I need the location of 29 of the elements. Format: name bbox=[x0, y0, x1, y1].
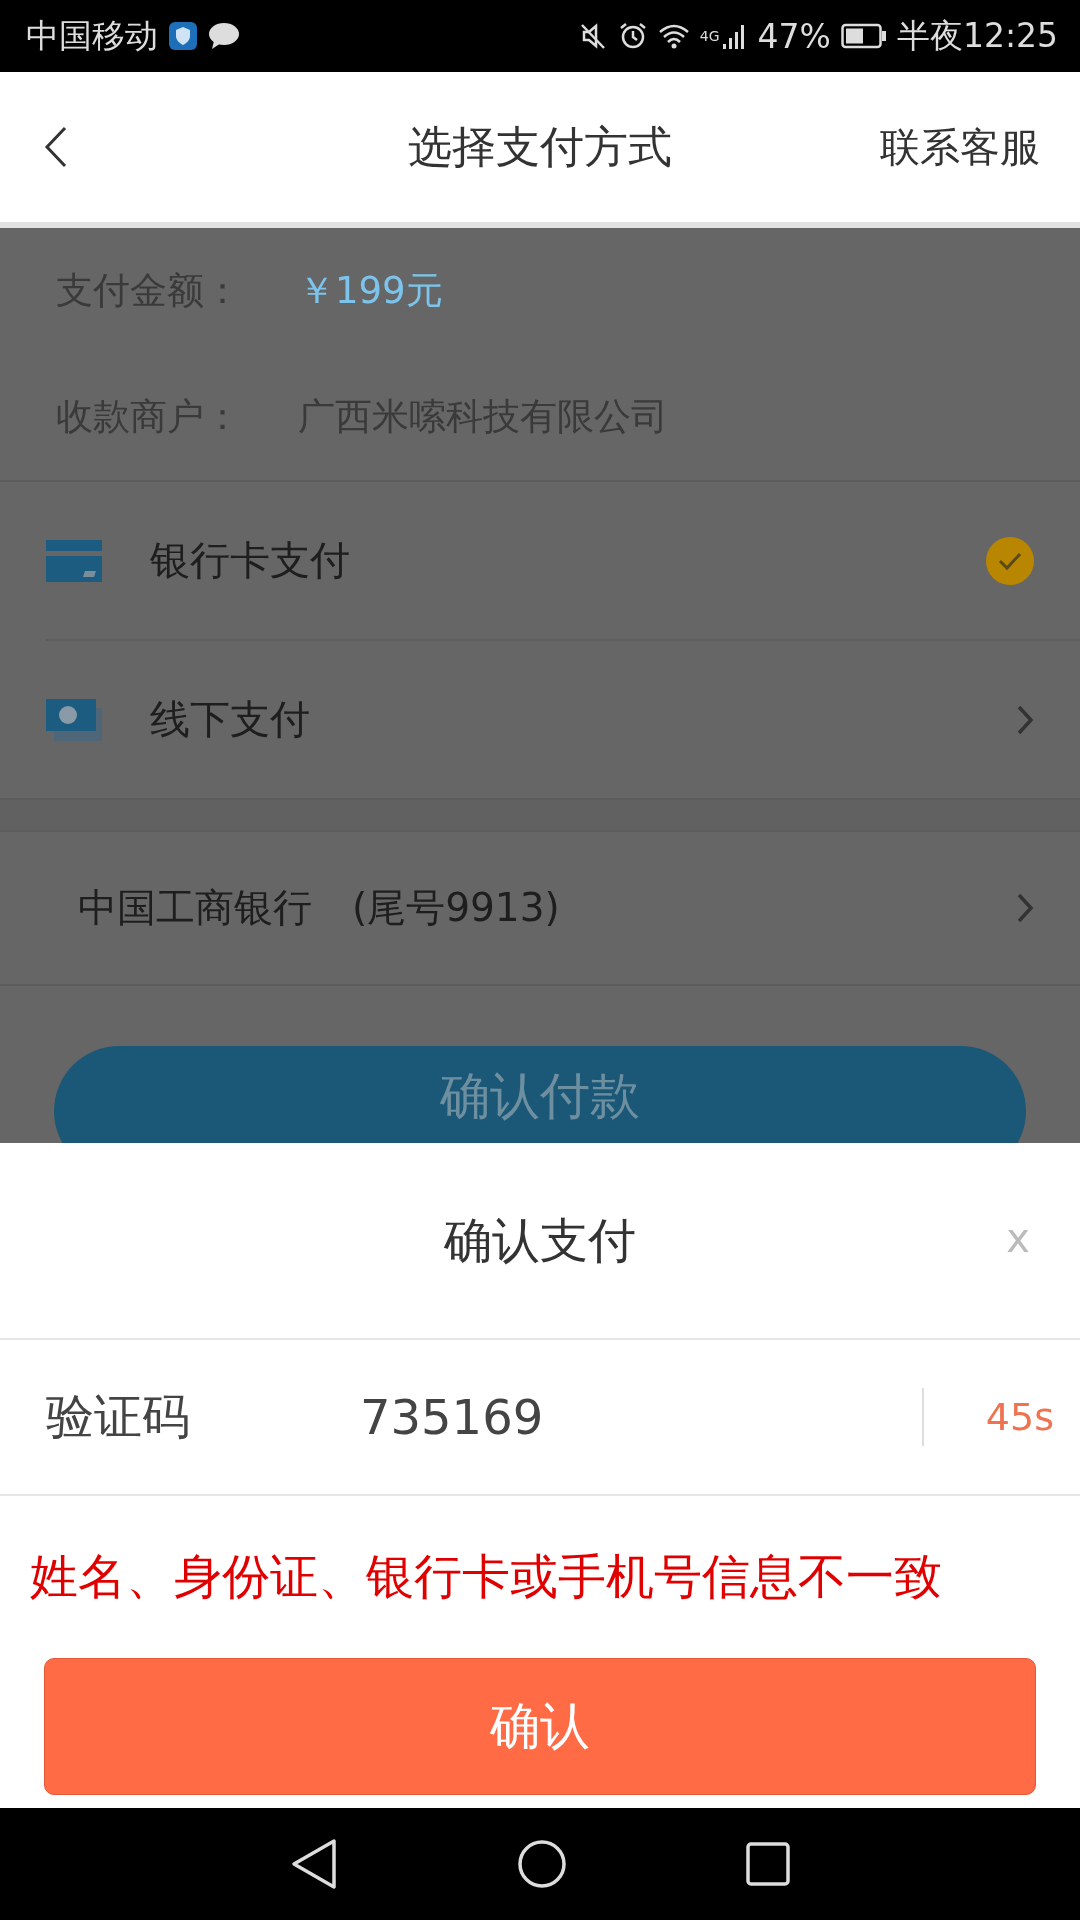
page-title: 选择支付方式 bbox=[408, 119, 672, 174]
payment-method-item[interactable]: 银行卡支付 bbox=[46, 482, 1080, 641]
home-nav-icon[interactable] bbox=[517, 1839, 567, 1889]
network-label: 4G bbox=[699, 27, 720, 44]
battery-icon bbox=[840, 23, 887, 49]
battery-percent: 47% bbox=[757, 16, 831, 56]
cash-icon bbox=[46, 698, 102, 741]
clock-time: 半夜12:25 bbox=[896, 14, 1058, 57]
bank-card-icon bbox=[46, 539, 102, 582]
error-message: 姓名、身份证、银行卡或手机号信息不一致 bbox=[30, 1547, 942, 1606]
back-icon[interactable] bbox=[44, 126, 68, 168]
wifi-icon bbox=[657, 22, 690, 50]
payment-method-item[interactable]: 线下支付 bbox=[46, 641, 1080, 798]
confirm-payment-button[interactable]: 确认付款 bbox=[54, 1046, 1026, 1143]
shield-icon bbox=[168, 21, 198, 51]
info-value: ￥199元 bbox=[298, 268, 443, 314]
carrier-name: 中国移动 bbox=[26, 14, 158, 57]
bank-account-item[interactable]: 中国工商银行 (尾号9913) bbox=[0, 832, 1080, 986]
code-label: 验证码 bbox=[46, 1387, 191, 1446]
countdown-timer: 45s bbox=[921, 1388, 1054, 1446]
chat-icon bbox=[208, 22, 240, 50]
back-nav-icon[interactable] bbox=[289, 1838, 338, 1890]
code-input[interactable]: 735169 bbox=[360, 1389, 544, 1445]
close-button[interactable]: x bbox=[1006, 1215, 1030, 1261]
recents-nav-icon[interactable] bbox=[746, 1842, 791, 1886]
customer-service-link[interactable]: 联系客服 bbox=[880, 119, 1040, 175]
dialog-title: 确认支付 bbox=[444, 1210, 636, 1270]
chevron-icon bbox=[1016, 892, 1034, 924]
confirm-button[interactable]: 确认 bbox=[44, 1658, 1036, 1795]
